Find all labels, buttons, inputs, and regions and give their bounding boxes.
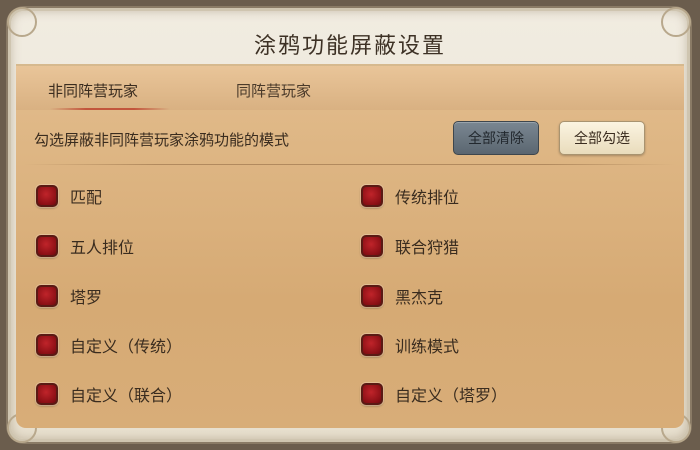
checkbox-checked-icon[interactable] xyxy=(36,185,58,207)
mode-label: 塔罗 xyxy=(70,288,103,307)
checkbox-checked-icon[interactable] xyxy=(361,383,383,405)
tab-non-same-faction[interactable]: 非同阵营玩家 xyxy=(48,80,138,101)
mode-option-tarot[interactable]: 塔罗 xyxy=(36,284,102,308)
checkbox-checked-icon[interactable] xyxy=(36,383,58,405)
mode-label: 训练模式 xyxy=(395,337,460,356)
checkbox-checked-icon[interactable] xyxy=(361,235,383,257)
checkbox-checked-icon[interactable] xyxy=(36,235,58,257)
mode-option-custom-tarot[interactable]: 自定义（塔罗） xyxy=(361,382,507,406)
mode-option-classic-ranked[interactable]: 传统排位 xyxy=(361,184,459,208)
mode-option-training[interactable]: 训练模式 xyxy=(361,333,459,357)
mode-option-five-ranked[interactable]: 五人排位 xyxy=(36,234,134,258)
tab-bar: 非同阵营玩家 同阵营玩家 xyxy=(16,64,684,117)
checkbox-checked-icon[interactable] xyxy=(36,334,58,356)
mode-option-union-hunt[interactable]: 联合狩猎 xyxy=(361,234,459,258)
mode-label: 自定义（传统） xyxy=(70,337,183,356)
clear-all-button[interactable]: 全部清除 xyxy=(453,121,539,155)
mode-label: 匹配 xyxy=(70,188,103,207)
mode-label: 自定义（塔罗） xyxy=(395,386,508,405)
mode-option-custom-union[interactable]: 自定义（联合） xyxy=(36,382,182,406)
instruction-text: 勾选屏蔽非同阵营玩家涂鸦功能的模式 xyxy=(34,131,290,149)
mode-label: 五人排位 xyxy=(70,238,135,257)
dialog-title: 涂鸦功能屏蔽设置 xyxy=(253,34,446,59)
tab-same-faction[interactable]: 同阵营玩家 xyxy=(236,80,311,101)
mode-option-match[interactable]: 匹配 xyxy=(36,184,102,208)
checkbox-checked-icon[interactable] xyxy=(361,285,383,307)
mode-label: 联合狩猎 xyxy=(395,238,460,257)
checkbox-checked-icon[interactable] xyxy=(361,185,383,207)
options-panel xyxy=(16,110,684,428)
divider xyxy=(24,164,676,165)
mode-label: 自定义（联合） xyxy=(70,386,183,405)
checkbox-checked-icon[interactable] xyxy=(36,285,58,307)
mode-option-custom-classic[interactable]: 自定义（传统） xyxy=(36,333,182,357)
check-all-button[interactable]: 全部勾选 xyxy=(559,121,645,155)
mode-label: 传统排位 xyxy=(395,188,460,207)
mode-label: 黑杰克 xyxy=(395,288,444,307)
mode-option-blackjack[interactable]: 黑杰克 xyxy=(361,284,443,308)
checkbox-checked-icon[interactable] xyxy=(361,334,383,356)
